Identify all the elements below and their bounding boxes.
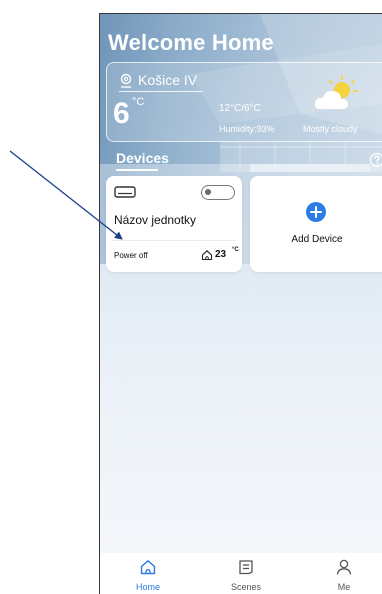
- home-icon: [140, 560, 156, 575]
- active-tab-indicator: [116, 169, 158, 171]
- humidity-value: Humidity:93%: [219, 124, 275, 134]
- card-divider: [112, 240, 236, 241]
- page-title: Welcome Home: [108, 30, 274, 55]
- help-icon[interactable]: [369, 152, 382, 168]
- phone-screen: Welcome Home Košice IV 6 °C 12°C/6°C Hum…: [99, 13, 382, 594]
- current-temperature: 6: [113, 97, 130, 130]
- high-low-temperature: 12°C/6°C: [219, 103, 261, 114]
- nav-me-label: Me: [337, 582, 351, 592]
- temperature-unit: °C: [132, 96, 145, 108]
- nav-me[interactable]: Me: [314, 553, 374, 594]
- weather-condition: Mostly cloudy: [303, 124, 358, 134]
- device-name: Názov jednotky: [114, 213, 197, 227]
- weather-card[interactable]: Košice IV 6 °C 12°C/6°C Humidity:93% Mos…: [106, 62, 382, 142]
- add-device-label: Add Device: [291, 234, 343, 245]
- user-icon: [336, 559, 352, 575]
- device-card[interactable]: Názov jednotky Power off 23 °C: [106, 176, 242, 272]
- screenshot-stage: Welcome Home Košice IV 6 °C 12°C/6°C Hum…: [0, 0, 382, 594]
- weather-location: Košice IV: [138, 72, 198, 88]
- home-icon: [201, 250, 213, 261]
- scenes-icon: [239, 560, 253, 575]
- location-pin-icon: [120, 73, 132, 88]
- nav-scenes-label: Scenes: [230, 582, 262, 592]
- add-device-button[interactable]: Add Device: [250, 176, 382, 272]
- device-temperature: 23: [215, 249, 227, 260]
- bottom-navigation: Home Scenes Me: [100, 553, 382, 594]
- location-underline: [119, 91, 203, 92]
- partly-cloudy-icon: [314, 75, 358, 109]
- plus-icon: [306, 202, 326, 222]
- toggle-knob: [205, 189, 211, 195]
- device-status: Power off: [114, 251, 148, 260]
- air-conditioner-icon: [114, 186, 136, 198]
- nav-home-label: Home: [135, 582, 160, 592]
- tab-devices[interactable]: Devices: [116, 150, 169, 166]
- nav-scenes[interactable]: Scenes: [216, 553, 276, 594]
- power-toggle[interactable]: [201, 185, 235, 200]
- device-temperature-unit: °C: [232, 247, 239, 253]
- nav-home[interactable]: Home: [118, 553, 178, 594]
